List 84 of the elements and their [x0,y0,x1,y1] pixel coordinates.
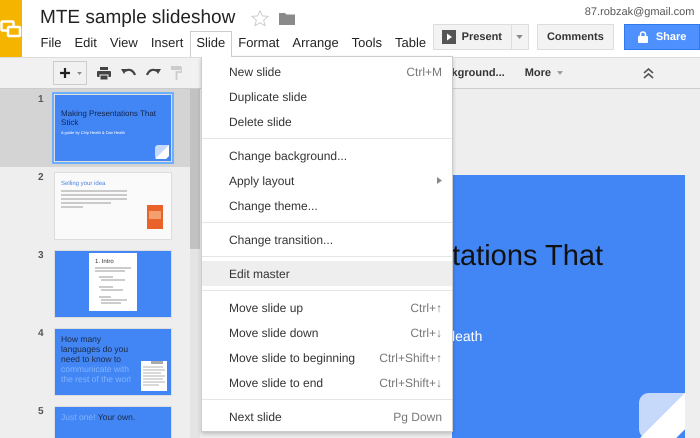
slide-number: 4 [38,328,45,341]
menu-item[interactable]: Edit [68,31,104,57]
menu-item[interactable]: Move slide to end Ctrl+Shift+↓ [202,370,452,395]
present-dropdown-button[interactable] [512,24,529,50]
slide-text: Just one! Your own. [61,412,136,422]
menu-item[interactable]: Format [232,31,286,57]
menu-item[interactable]: Move slide down Ctrl+↓ [202,320,452,345]
menu-item-label: Change theme... [229,198,318,212]
document-image [141,361,167,391]
present-button[interactable]: Present [432,24,512,50]
change-background-button[interactable]: kground... [452,67,505,79]
shortcut-label: Ctrl+↓ [410,326,442,340]
menu-item[interactable]: Arrange [286,31,346,57]
document-lines-drawing [95,267,131,305]
caret-icon [516,35,524,39]
menu-item[interactable]: Move slide to beginning Ctrl+Shift+↑ [202,345,452,370]
shortcut-label: Ctrl+M [406,64,442,78]
menu-item[interactable]: Duplicate slide [202,84,452,109]
slide-subtitle: leath [452,328,484,344]
menu-item-label: Duplicate slide [229,90,308,104]
comments-button[interactable]: Comments [536,24,614,50]
slide-title: tations That [452,240,604,273]
menu-item-label: Move slide to beginning [229,350,356,364]
menu-item-label: Change transition... [229,232,334,246]
menu-item[interactable]: Edit master [202,261,452,286]
menu-item[interactable]: Table [388,31,433,57]
star-icon[interactable] [251,10,270,26]
menu-item[interactable]: New slide Ctrl+M [202,59,452,84]
slide-text: How many languages do you need to know to communicate with the rest of the worl [61,334,132,384]
slide-title: Making Presentations That Stick [61,109,158,127]
shortcut-label: Pg Down [393,410,442,424]
menu-item-label: Move slide down [229,326,318,340]
menu-item[interactable]: Change transition... [202,227,452,252]
lock-icon [638,31,648,43]
caret-icon [557,71,563,75]
plus-icon [60,68,70,78]
menu-item[interactable]: Insert [144,31,190,57]
slide-number: 3 [38,250,45,263]
slide-thumbnail-row[interactable]: 5 Just one! Your own. [0,401,190,438]
slide-canvas[interactable]: tations That leath [452,175,685,438]
menu-item[interactable]: Next slide Pg Down [202,404,452,429]
menu-item-label: Change background... [229,148,348,162]
play-icon [442,30,456,44]
scrollbar-thumb[interactable] [190,89,200,249]
caret-icon [77,72,82,74]
menu-item-label: Move slide to end [229,376,324,390]
folder-icon[interactable] [279,12,296,24]
shortcut-label: Ctrl+Shift+↑ [379,350,442,364]
slide-number: 2 [38,172,45,185]
new-slide-button[interactable] [53,61,87,85]
slide-thumbnail[interactable]: How many languages do you need to know to communicate with the rest of the worl [54,328,172,396]
menu-item-label: Next slide [229,410,282,424]
slide-thumbnail[interactable]: Just one! Your own. [54,406,172,438]
menu-item[interactable]: File [34,31,68,57]
menu-item-label: Move slide up [229,300,304,314]
menu-item[interactable]: Change background... [202,143,452,168]
menu-item[interactable]: Apply layout [202,168,452,193]
undo-icon[interactable] [121,68,136,78]
menu-item[interactable]: Move slide up Ctrl+↑ [202,295,452,320]
slide-number: 1 [38,94,45,107]
menu-item-label: Edit master [229,266,290,280]
app-logo[interactable] [0,0,22,57]
menu-item-label: Delete slide [229,114,292,128]
page-curl-icon [155,145,169,159]
book-cover-drawing [147,205,163,229]
more-button[interactable]: More [524,67,563,79]
menu-item[interactable]: Change theme... [202,193,452,218]
menu-item[interactable]: Delete slide [202,109,452,134]
redo-icon[interactable] [146,68,161,78]
shortcut-label: Ctrl+↑ [410,300,442,314]
slide-thumbnail-row[interactable]: 4 How many languages do you need to know to communicate with the rest of the worl [0,323,190,401]
page-curl-icon [639,393,685,438]
menu-item[interactable]: Slide [190,31,232,57]
menu-item[interactable]: Tools [345,31,389,57]
paragraph-lines-drawing [61,190,127,208]
print-icon[interactable] [97,66,111,80]
shortcut-label: Ctrl+Shift+↓ [379,376,442,390]
slide-number: 5 [38,406,45,419]
document-title[interactable]: MTE sample slideshow [40,7,236,29]
menu-item-label: New slide [229,64,282,78]
account-email[interactable]: 87.robzak@gmail.com [584,6,694,18]
menu-item-label: Apply layout [229,174,294,188]
collapse-chevron-icon[interactable] [643,68,654,78]
menu-item[interactable]: View [103,31,144,57]
